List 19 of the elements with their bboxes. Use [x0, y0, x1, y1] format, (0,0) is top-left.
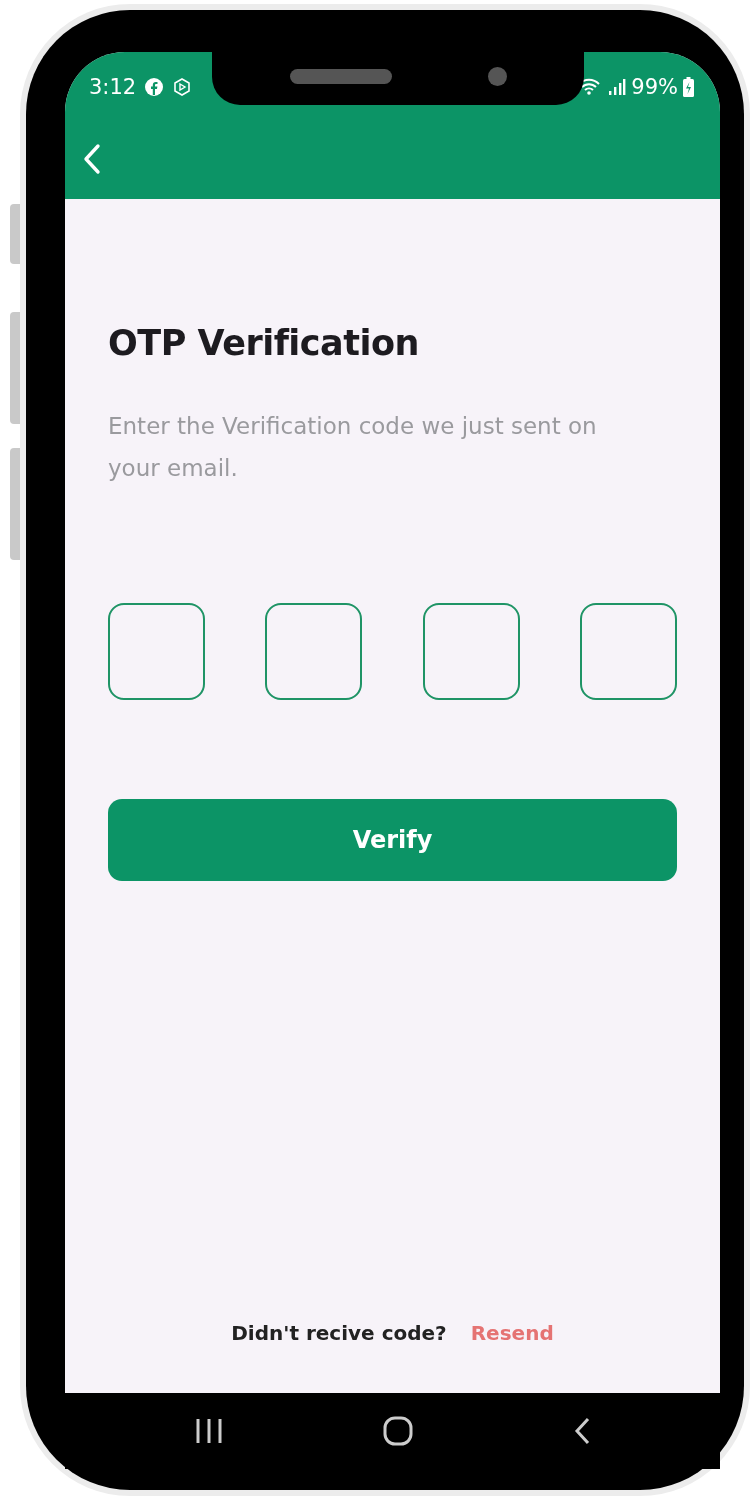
- otp-digit-field[interactable]: [108, 603, 205, 700]
- facebook-icon: [144, 77, 165, 97]
- page-title: OTP Verification: [108, 323, 420, 363]
- back-button[interactable]: [83, 142, 103, 176]
- otp-digit-field[interactable]: [265, 603, 363, 700]
- recent-apps-icon[interactable]: [195, 1418, 224, 1444]
- back-icon[interactable]: [573, 1417, 590, 1445]
- resend-link[interactable]: Resend: [470, 1321, 554, 1345]
- signal-icon: [608, 77, 627, 97]
- otp-digit-field[interactable]: [422, 603, 520, 700]
- instruction-text: Enter the Verification code we just sent on your email.: [108, 412, 598, 483]
- battery-percent: 99%: [631, 75, 678, 99]
- status-time: 3:12: [89, 75, 137, 99]
- otp-digit-field[interactable]: [580, 603, 677, 700]
- hexagon-icon: [172, 77, 193, 97]
- resend-prompt: Didn't recive code?: [231, 1321, 447, 1345]
- battery-icon: [683, 77, 694, 97]
- verify-button[interactable]: Verify: [108, 799, 677, 881]
- home-icon[interactable]: [383, 1416, 414, 1446]
